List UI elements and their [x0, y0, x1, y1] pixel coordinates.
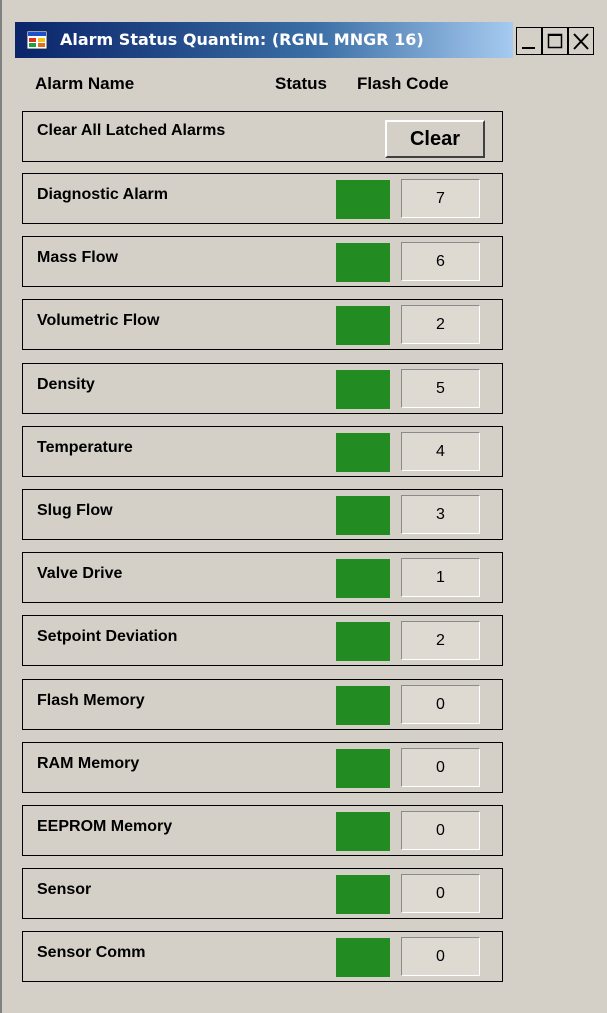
alarm-status-indicator: [336, 306, 390, 345]
flash-code-field: 6: [401, 242, 480, 281]
flash-code-field: 0: [401, 937, 480, 976]
alarm-row: Density 5: [22, 363, 503, 414]
alarm-row: Setpoint Deviation 2: [22, 615, 503, 666]
alarm-status-indicator: [336, 622, 390, 661]
alarm-status-indicator: [336, 496, 390, 535]
alarm-name-label: Setpoint Deviation: [37, 628, 178, 645]
alarm-name-label: Valve Drive: [37, 565, 123, 582]
flash-code-field: 0: [401, 811, 480, 850]
alarm-status-indicator: [336, 180, 390, 219]
alarm-row: Diagnostic Alarm 7: [22, 173, 503, 224]
alarm-name-label: Temperature: [37, 439, 133, 456]
alarm-row: Mass Flow 6: [22, 236, 503, 287]
maximize-button[interactable]: [542, 27, 568, 55]
alarm-row: Flash Memory 0: [22, 679, 503, 730]
alarm-name-label: Density: [37, 376, 95, 393]
alarm-name-label: Volumetric Flow: [37, 312, 160, 329]
flash-code-field: 0: [401, 748, 480, 787]
alarm-row: Volumetric Flow 2: [22, 299, 503, 350]
alarm-row: Valve Drive 1: [22, 552, 503, 603]
flash-code-field: 7: [401, 179, 480, 218]
flash-code-field: 4: [401, 432, 480, 471]
alarm-name-label: Slug Flow: [37, 502, 113, 519]
alarm-row: Sensor 0: [22, 868, 503, 919]
alarm-status-indicator: [336, 938, 390, 977]
alarm-status-indicator: [336, 749, 390, 788]
close-button[interactable]: [568, 27, 594, 55]
alarm-name-label: EEPROM Memory: [37, 818, 173, 835]
alarm-status-window: Alarm Status Quantim: (RGNL MNGR 16) Ala…: [0, 0, 607, 1013]
close-icon: [573, 33, 589, 50]
alarm-status-indicator: [336, 686, 390, 725]
alarm-name-label: Sensor Comm: [37, 944, 146, 961]
alarm-row: Temperature 4: [22, 426, 503, 477]
flash-code-field: 3: [401, 495, 480, 534]
window-title: Alarm Status Quantim: (RGNL MNGR 16): [60, 30, 424, 49]
clear-latched-alarms-row: Clear All Latched Alarms Clear: [22, 111, 503, 162]
flash-code-field: 5: [401, 369, 480, 408]
alarm-name-label: Flash Memory: [37, 692, 145, 709]
header-flash-code: Flash Code: [357, 74, 449, 93]
minimize-button[interactable]: [516, 27, 542, 55]
flash-code-field: 2: [401, 305, 480, 344]
alarm-status-indicator: [336, 559, 390, 598]
header-status: Status: [275, 74, 327, 93]
app-window-icon: [27, 31, 47, 49]
alarm-status-indicator: [336, 812, 390, 851]
alarm-row: RAM Memory 0: [22, 742, 503, 793]
alarm-row: Slug Flow 3: [22, 489, 503, 540]
alarm-status-indicator: [336, 433, 390, 472]
alarm-name-label: RAM Memory: [37, 755, 140, 772]
maximize-icon: [547, 33, 563, 49]
alarm-row: Sensor Comm 0: [22, 931, 503, 982]
flash-code-field: 1: [401, 558, 480, 597]
flash-code-field: 2: [401, 621, 480, 660]
alarm-status-indicator: [336, 243, 390, 282]
alarm-name-label: Mass Flow: [37, 249, 118, 266]
alarm-row: EEPROM Memory 0: [22, 805, 503, 856]
clear-button[interactable]: Clear: [385, 120, 485, 158]
flash-code-field: 0: [401, 685, 480, 724]
flash-code-field: 0: [401, 874, 480, 913]
clear-all-label: Clear All Latched Alarms: [37, 122, 226, 139]
alarm-name-label: Diagnostic Alarm: [37, 186, 168, 203]
alarm-name-label: Sensor: [37, 881, 92, 898]
title-bar[interactable]: Alarm Status Quantim: (RGNL MNGR 16): [15, 22, 513, 58]
header-alarm-name: Alarm Name: [35, 74, 135, 93]
minimize-icon: [522, 47, 535, 49]
alarm-status-indicator: [336, 875, 390, 914]
alarm-status-indicator: [336, 370, 390, 409]
